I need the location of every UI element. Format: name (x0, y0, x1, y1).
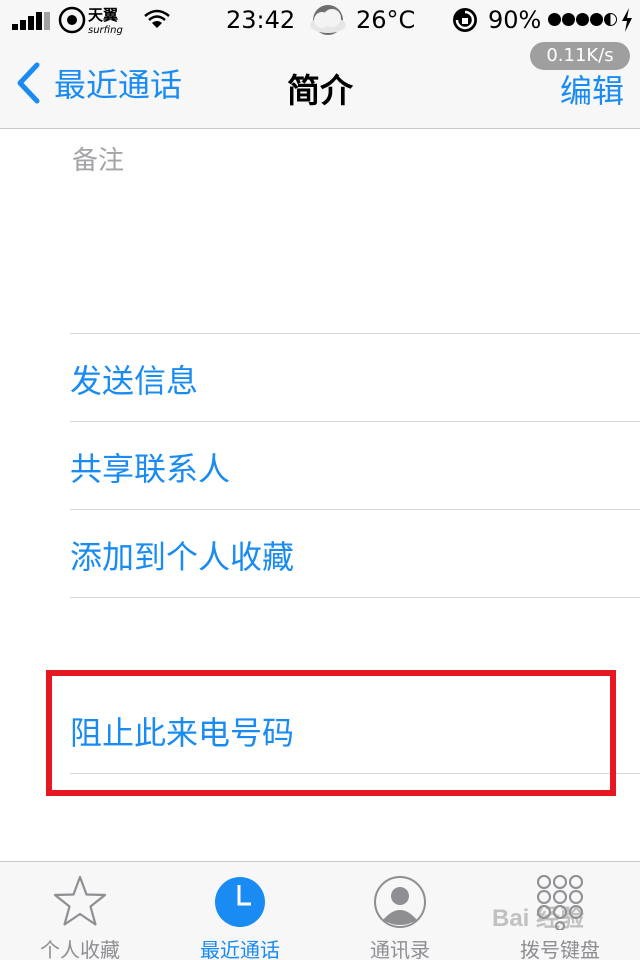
baidu-watermark: Bai 经验 (492, 905, 585, 932)
contacts-icon (374, 876, 426, 928)
charging-icon (622, 8, 632, 32)
tab-label: 最近通话 (200, 938, 280, 960)
star-icon (53, 875, 107, 926)
edit-button[interactable]: 编辑 (560, 66, 624, 112)
weather-icon (310, 5, 346, 35)
clock-icon (215, 877, 265, 927)
page-title: 简介 (287, 71, 353, 110)
signal-dots-icon (548, 13, 620, 27)
divider (70, 421, 640, 422)
divider (70, 509, 640, 510)
carrier-subtext: surfing (88, 25, 123, 36)
signal-icon (12, 10, 52, 30)
battery-percent: 90% (488, 6, 542, 34)
tab-contacts[interactable]: 通讯录 (320, 862, 480, 960)
tab-recents[interactable]: 最近通话 (160, 862, 320, 960)
rotation-lock-icon (453, 8, 477, 32)
share-contact-action[interactable]: 共享联系人 (70, 444, 230, 490)
status-bar: 天翼 surfing 23:42 26°C 90% (0, 0, 640, 40)
network-speed-badge: 0.11K/s (530, 42, 630, 70)
tab-label: 拨号键盘 (520, 938, 600, 960)
notes-label[interactable]: 备注 (72, 140, 124, 177)
status-time: 23:42 (226, 6, 296, 34)
navigation-bar: 最近通话 简介 编辑 0.11K/s (0, 40, 640, 129)
carrier-text: 天翼 (88, 6, 118, 24)
tab-favorites[interactable]: 个人收藏 (0, 862, 160, 960)
status-temperature: 26°C (356, 6, 416, 34)
wifi-icon (144, 9, 170, 28)
tab-label: 通讯录 (370, 938, 430, 960)
add-to-favorites-action[interactable]: 添加到个人收藏 (70, 532, 294, 578)
divider (70, 597, 640, 598)
tab-label: 个人收藏 (40, 938, 120, 960)
send-message-action[interactable]: 发送信息 (70, 356, 198, 402)
divider (70, 333, 640, 334)
carrier-logo: 天翼 surfing (58, 6, 123, 36)
highlight-annotation (46, 670, 616, 796)
